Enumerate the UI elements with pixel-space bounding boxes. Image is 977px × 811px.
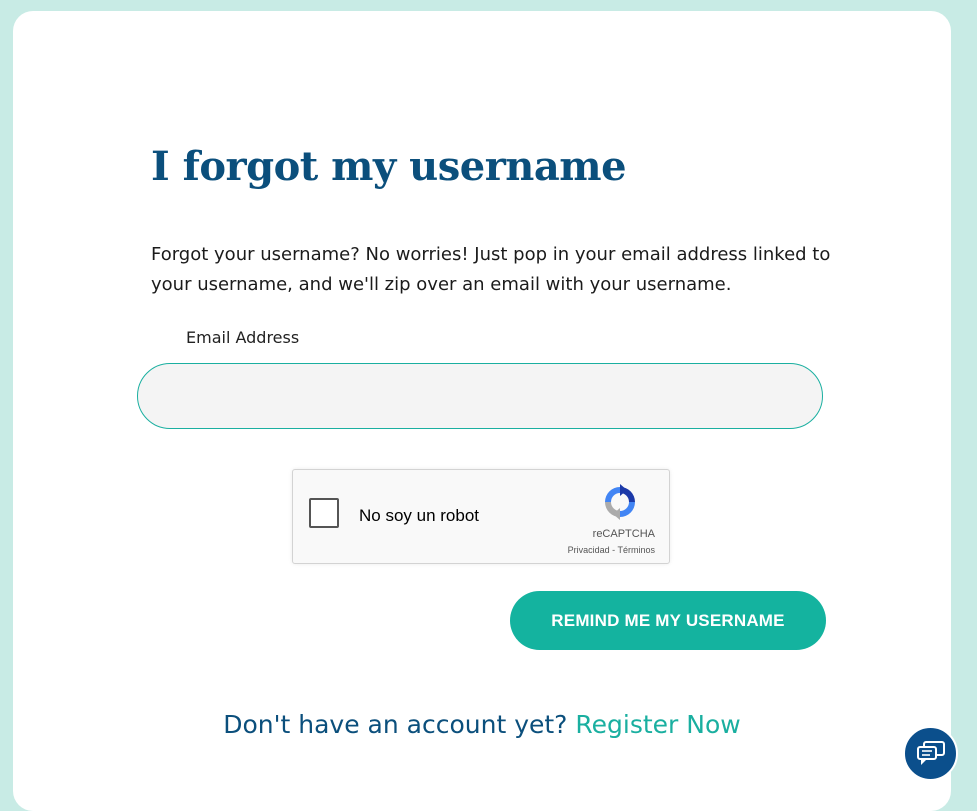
remind-username-button[interactable]: REMIND ME MY USERNAME [510,591,826,650]
register-prompt-text: Don't have an account yet? [223,710,568,739]
recaptcha-label: No soy un robot [359,506,480,525]
email-label: Email Address [186,328,300,347]
recaptcha-brand: reCAPTCHA [592,528,655,540]
recaptcha-logo-icon [605,484,635,520]
recaptcha-terms-links[interactable]: Privacidad - Términos [568,545,655,555]
page-title: I forgot my username [151,143,627,190]
recaptcha-checkbox[interactable] [309,498,339,528]
email-input[interactable] [137,363,823,429]
page-description: Forgot your username? No worries! Just p… [151,244,831,295]
register-prompt: Don't have an account yet? Register Now [0,710,964,739]
recaptcha-widget: No soy un robot reCAPTCHA Privacidad - T… [292,469,670,564]
chat-button[interactable] [903,726,958,781]
chat-icon [917,741,945,765]
register-now-link[interactable]: Register Now [575,710,740,739]
